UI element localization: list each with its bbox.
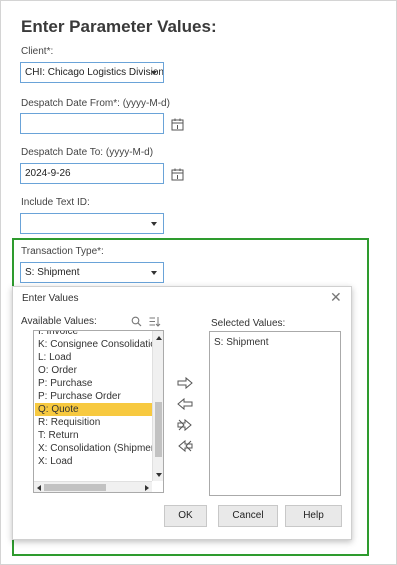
scroll-left-icon[interactable] (37, 485, 41, 491)
close-icon[interactable]: ✕ (330, 289, 342, 306)
available-value-item[interactable]: Q: Quote (35, 403, 152, 416)
chevron-down-icon (151, 222, 157, 226)
calendar-icon[interactable] (171, 118, 184, 131)
search-icon[interactable] (131, 316, 142, 327)
available-value-item[interactable]: R: Requisition (35, 416, 152, 429)
scroll-up-icon[interactable] (156, 336, 162, 340)
include-text-id-label: Include Text ID: (21, 197, 90, 208)
despatch-from-label: Despatch Date From*: (yyyy-M-d) (21, 98, 170, 109)
calendar-icon[interactable] (171, 168, 184, 181)
selected-values-items: S: Shipment (210, 336, 340, 349)
scroll-thumb[interactable] (155, 402, 162, 457)
available-value-item[interactable]: X: Consolidation (Shipment) (35, 442, 152, 455)
selected-values-label: Selected Values: (211, 318, 286, 329)
client-label: Client*: (21, 46, 54, 57)
available-value-item[interactable]: K: Consignee Consolidation (35, 338, 152, 351)
available-value-item[interactable]: O: Order (35, 364, 152, 377)
available-values-list[interactable]: I: Invoice K: Consignee Consolidation L: L… (33, 330, 164, 493)
despatch-to-input[interactable]: 2024-9-26 (20, 163, 164, 184)
scroll-right-icon[interactable] (145, 485, 149, 491)
transaction-type-value: S: Shipment (25, 267, 80, 278)
available-value-item[interactable]: P: Purchase (35, 377, 152, 390)
ok-button[interactable]: OK (164, 505, 207, 527)
selected-values-list[interactable]: S: Shipment (209, 331, 341, 496)
chevron-down-icon (151, 271, 157, 275)
move-all-left-icon[interactable] (176, 439, 194, 453)
move-left-icon[interactable] (176, 397, 194, 411)
selected-value-item[interactable]: S: Shipment (210, 336, 340, 349)
available-value-item[interactable]: L: Load (35, 351, 152, 364)
available-value-item[interactable]: P: Purchase Order (35, 390, 152, 403)
despatch-from-input[interactable] (20, 113, 164, 134)
vertical-scrollbar[interactable] (152, 331, 163, 481)
available-values-label: Available Values: (21, 316, 97, 327)
transaction-type-label: Transaction Type*: (21, 246, 104, 257)
page-title: Enter Parameter Values: (21, 17, 217, 36)
include-text-id-select[interactable] (20, 213, 164, 234)
available-values-items: I: Invoice K: Consignee Consolidation L: L… (35, 331, 152, 468)
available-value-item[interactable]: X: Load (35, 455, 152, 468)
client-value: CHI: Chicago Logistics Division (25, 67, 164, 78)
client-select[interactable]: CHI: Chicago Logistics Division (20, 62, 164, 83)
horizontal-scrollbar[interactable] (34, 481, 152, 492)
available-value-item[interactable]: I: Invoice (35, 331, 152, 338)
scroll-thumb[interactable] (44, 484, 106, 491)
move-right-icon[interactable] (176, 376, 194, 390)
chevron-down-icon (151, 71, 157, 75)
transaction-type-select[interactable]: S: Shipment (20, 262, 164, 283)
despatch-to-label: Despatch Date To: (yyyy-M-d) (21, 147, 154, 158)
sort-icon[interactable] (149, 316, 161, 327)
scroll-down-icon[interactable] (156, 473, 162, 477)
move-all-right-icon[interactable] (176, 418, 194, 432)
help-button[interactable]: Help (285, 505, 342, 527)
available-value-item[interactable]: T: Return (35, 429, 152, 442)
cancel-button[interactable]: Cancel (218, 505, 278, 527)
dialog-title: Enter Values (22, 293, 79, 304)
